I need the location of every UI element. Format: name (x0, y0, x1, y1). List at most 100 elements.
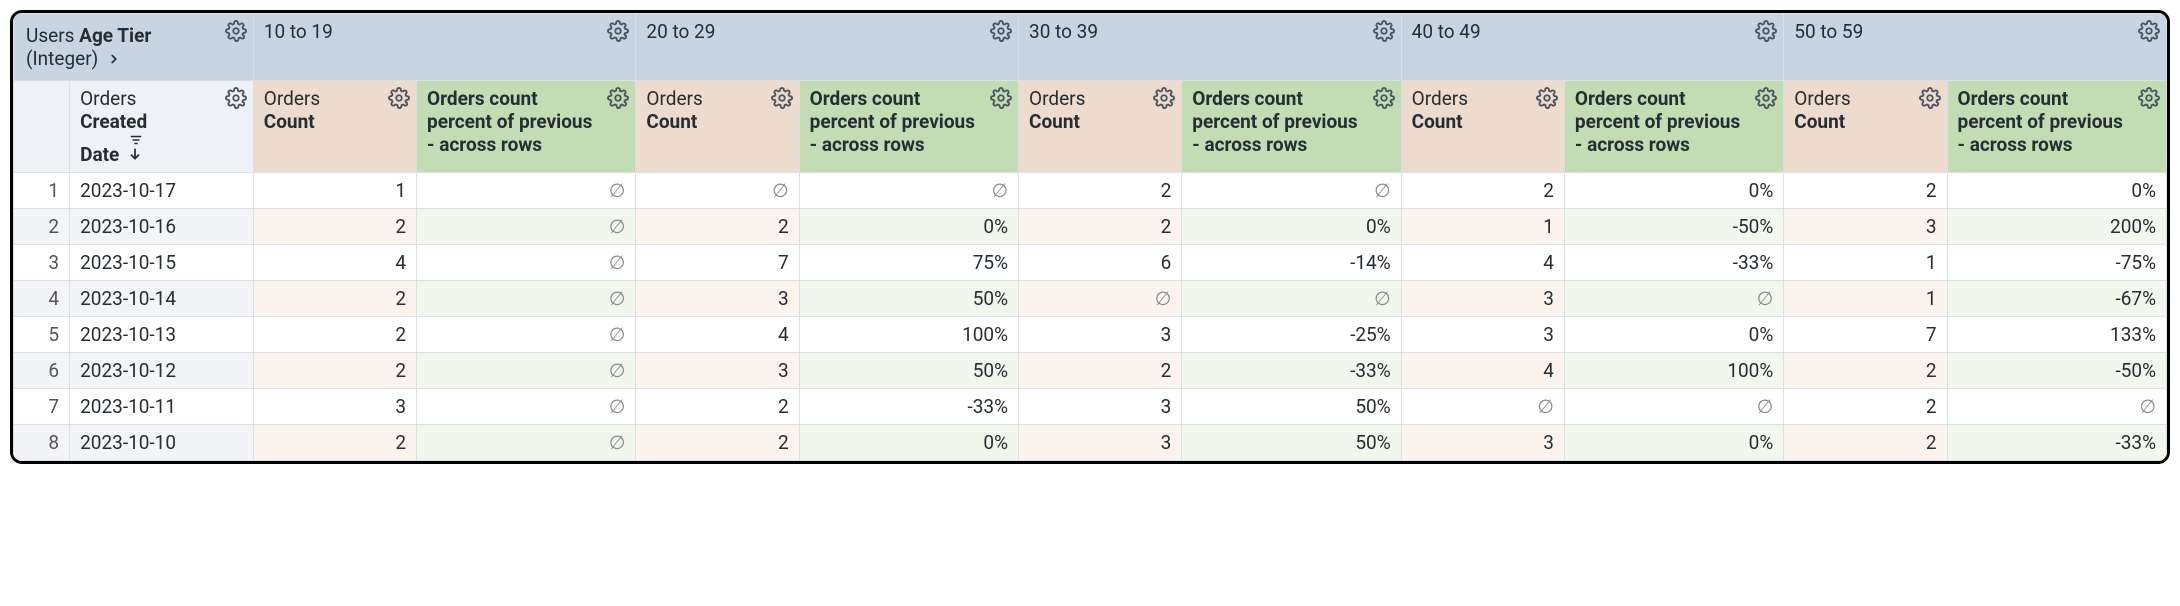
pivot-column-header[interactable]: 40 to 49 (1401, 14, 1784, 81)
orders-count-cell[interactable]: 2 (636, 209, 799, 245)
orders-count-cell[interactable]: 3 (1401, 317, 1564, 353)
percent-of-previous-cell[interactable]: -50% (1947, 353, 2166, 389)
percent-of-previous-cell[interactable]: ∅ (417, 317, 636, 353)
orders-count-cell[interactable]: 6 (1019, 245, 1182, 281)
gear-icon[interactable] (771, 87, 793, 109)
gear-icon[interactable] (1755, 20, 1777, 42)
orders-count-cell[interactable]: 3 (1784, 209, 1947, 245)
percent-of-previous-cell[interactable]: ∅ (417, 173, 636, 209)
percent-of-previous-cell[interactable]: 0% (1564, 173, 1783, 209)
percent-of-previous-cell[interactable]: 133% (1947, 317, 2166, 353)
percent-of-previous-cell[interactable]: 200% (1947, 209, 2166, 245)
date-cell[interactable]: 2023-10-13 (70, 317, 254, 353)
percent-of-previous-cell[interactable]: 50% (1182, 425, 1401, 461)
date-cell[interactable]: 2023-10-11 (70, 389, 254, 425)
orders-count-cell[interactable]: ∅ (1401, 389, 1564, 425)
percent-of-previous-cell[interactable]: 50% (799, 353, 1018, 389)
orders-count-cell[interactable]: 1 (1784, 245, 1947, 281)
orders-count-cell[interactable]: 2 (1019, 209, 1182, 245)
orders-count-cell[interactable]: 4 (636, 317, 799, 353)
gear-icon[interactable] (607, 87, 629, 109)
date-cell[interactable]: 2023-10-16 (70, 209, 254, 245)
orders-count-cell[interactable]: 1 (253, 173, 416, 209)
pivot-dimension-header[interactable]: Users Age Tier (Integer) (14, 14, 254, 81)
percent-of-previous-cell[interactable]: 0% (1564, 317, 1783, 353)
gear-icon[interactable] (1373, 20, 1395, 42)
pivot-column-header[interactable]: 50 to 59 (1784, 14, 2167, 81)
orders-count-header[interactable]: OrdersCount (253, 81, 416, 173)
percent-of-previous-cell[interactable]: -33% (1564, 245, 1783, 281)
orders-count-cell[interactable]: 3 (253, 389, 416, 425)
orders-count-cell[interactable]: 2 (253, 281, 416, 317)
gear-icon[interactable] (607, 20, 629, 42)
orders-count-cell[interactable]: 2 (636, 389, 799, 425)
percent-of-previous-cell[interactable]: ∅ (1182, 281, 1401, 317)
pivot-column-header[interactable]: 20 to 29 (636, 14, 1019, 81)
percent-of-previous-header[interactable]: Orders count percent of previous - acros… (417, 81, 636, 173)
percent-of-previous-cell[interactable]: ∅ (417, 281, 636, 317)
orders-count-cell[interactable]: 7 (636, 245, 799, 281)
gear-icon[interactable] (1919, 87, 1941, 109)
orders-count-cell[interactable]: 3 (636, 281, 799, 317)
gear-icon[interactable] (2138, 20, 2160, 42)
percent-of-previous-cell[interactable]: ∅ (1947, 389, 2166, 425)
orders-count-cell[interactable]: 2 (1784, 425, 1947, 461)
percent-of-previous-cell[interactable]: ∅ (1564, 389, 1783, 425)
percent-of-previous-cell[interactable]: ∅ (417, 353, 636, 389)
orders-count-cell[interactable]: 2 (253, 317, 416, 353)
percent-of-previous-cell[interactable]: ∅ (417, 425, 636, 461)
orders-count-cell[interactable]: 2 (636, 425, 799, 461)
date-cell[interactable]: 2023-10-14 (70, 281, 254, 317)
percent-of-previous-cell[interactable]: -14% (1182, 245, 1401, 281)
arrow-down-icon[interactable] (128, 147, 144, 161)
percent-of-previous-header[interactable]: Orders count percent of previous - acros… (1564, 81, 1783, 173)
date-cell[interactable]: 2023-10-10 (70, 425, 254, 461)
percent-of-previous-cell[interactable]: -33% (1182, 353, 1401, 389)
percent-of-previous-header[interactable]: Orders count percent of previous - acros… (1182, 81, 1401, 173)
percent-of-previous-cell[interactable]: -33% (1947, 425, 2166, 461)
orders-count-cell[interactable]: 2 (1019, 353, 1182, 389)
percent-of-previous-cell[interactable]: -67% (1947, 281, 2166, 317)
percent-of-previous-cell[interactable]: 0% (799, 209, 1018, 245)
percent-of-previous-header[interactable]: Orders count percent of previous - acros… (799, 81, 1018, 173)
orders-count-cell[interactable]: 3 (1401, 281, 1564, 317)
orders-count-cell[interactable]: 2 (1784, 173, 1947, 209)
date-cell[interactable]: 2023-10-15 (70, 245, 254, 281)
orders-count-cell[interactable]: ∅ (1019, 281, 1182, 317)
gear-icon[interactable] (388, 87, 410, 109)
percent-of-previous-cell[interactable]: ∅ (799, 173, 1018, 209)
gear-icon[interactable] (990, 87, 1012, 109)
percent-of-previous-cell[interactable]: -50% (1564, 209, 1783, 245)
percent-of-previous-cell[interactable]: ∅ (417, 389, 636, 425)
gear-icon[interactable] (2138, 87, 2160, 109)
orders-count-cell[interactable]: 2 (1784, 353, 1947, 389)
percent-of-previous-cell[interactable]: -75% (1947, 245, 2166, 281)
orders-count-cell[interactable]: 2 (1401, 173, 1564, 209)
orders-count-cell[interactable]: 2 (1019, 173, 1182, 209)
orders-count-cell[interactable]: 2 (253, 425, 416, 461)
orders-count-cell[interactable]: ∅ (636, 173, 799, 209)
gear-icon[interactable] (1755, 87, 1777, 109)
orders-count-cell[interactable]: 3 (1019, 389, 1182, 425)
gear-icon[interactable] (1153, 87, 1175, 109)
gear-icon[interactable] (225, 20, 247, 42)
percent-of-previous-cell[interactable]: 50% (1182, 389, 1401, 425)
orders-count-cell[interactable]: 3 (1019, 425, 1182, 461)
orders-count-cell[interactable]: 4 (1401, 245, 1564, 281)
orders-count-header[interactable]: OrdersCount (1401, 81, 1564, 173)
date-dimension-header[interactable]: Orders Created Date (70, 81, 254, 173)
date-cell[interactable]: 2023-10-17 (70, 173, 254, 209)
orders-count-cell[interactable]: 4 (1401, 353, 1564, 389)
percent-of-previous-cell[interactable]: ∅ (417, 245, 636, 281)
orders-count-header[interactable]: OrdersCount (1784, 81, 1947, 173)
gear-icon[interactable] (1536, 87, 1558, 109)
percent-of-previous-cell[interactable]: 0% (1947, 173, 2166, 209)
orders-count-cell[interactable]: 4 (253, 245, 416, 281)
orders-count-cell[interactable]: 2 (253, 353, 416, 389)
orders-count-cell[interactable]: 1 (1784, 281, 1947, 317)
date-cell[interactable]: 2023-10-12 (70, 353, 254, 389)
percent-of-previous-cell[interactable]: 0% (799, 425, 1018, 461)
orders-count-cell[interactable]: 1 (1401, 209, 1564, 245)
percent-of-previous-cell[interactable]: -25% (1182, 317, 1401, 353)
percent-of-previous-cell[interactable]: 100% (1564, 353, 1783, 389)
